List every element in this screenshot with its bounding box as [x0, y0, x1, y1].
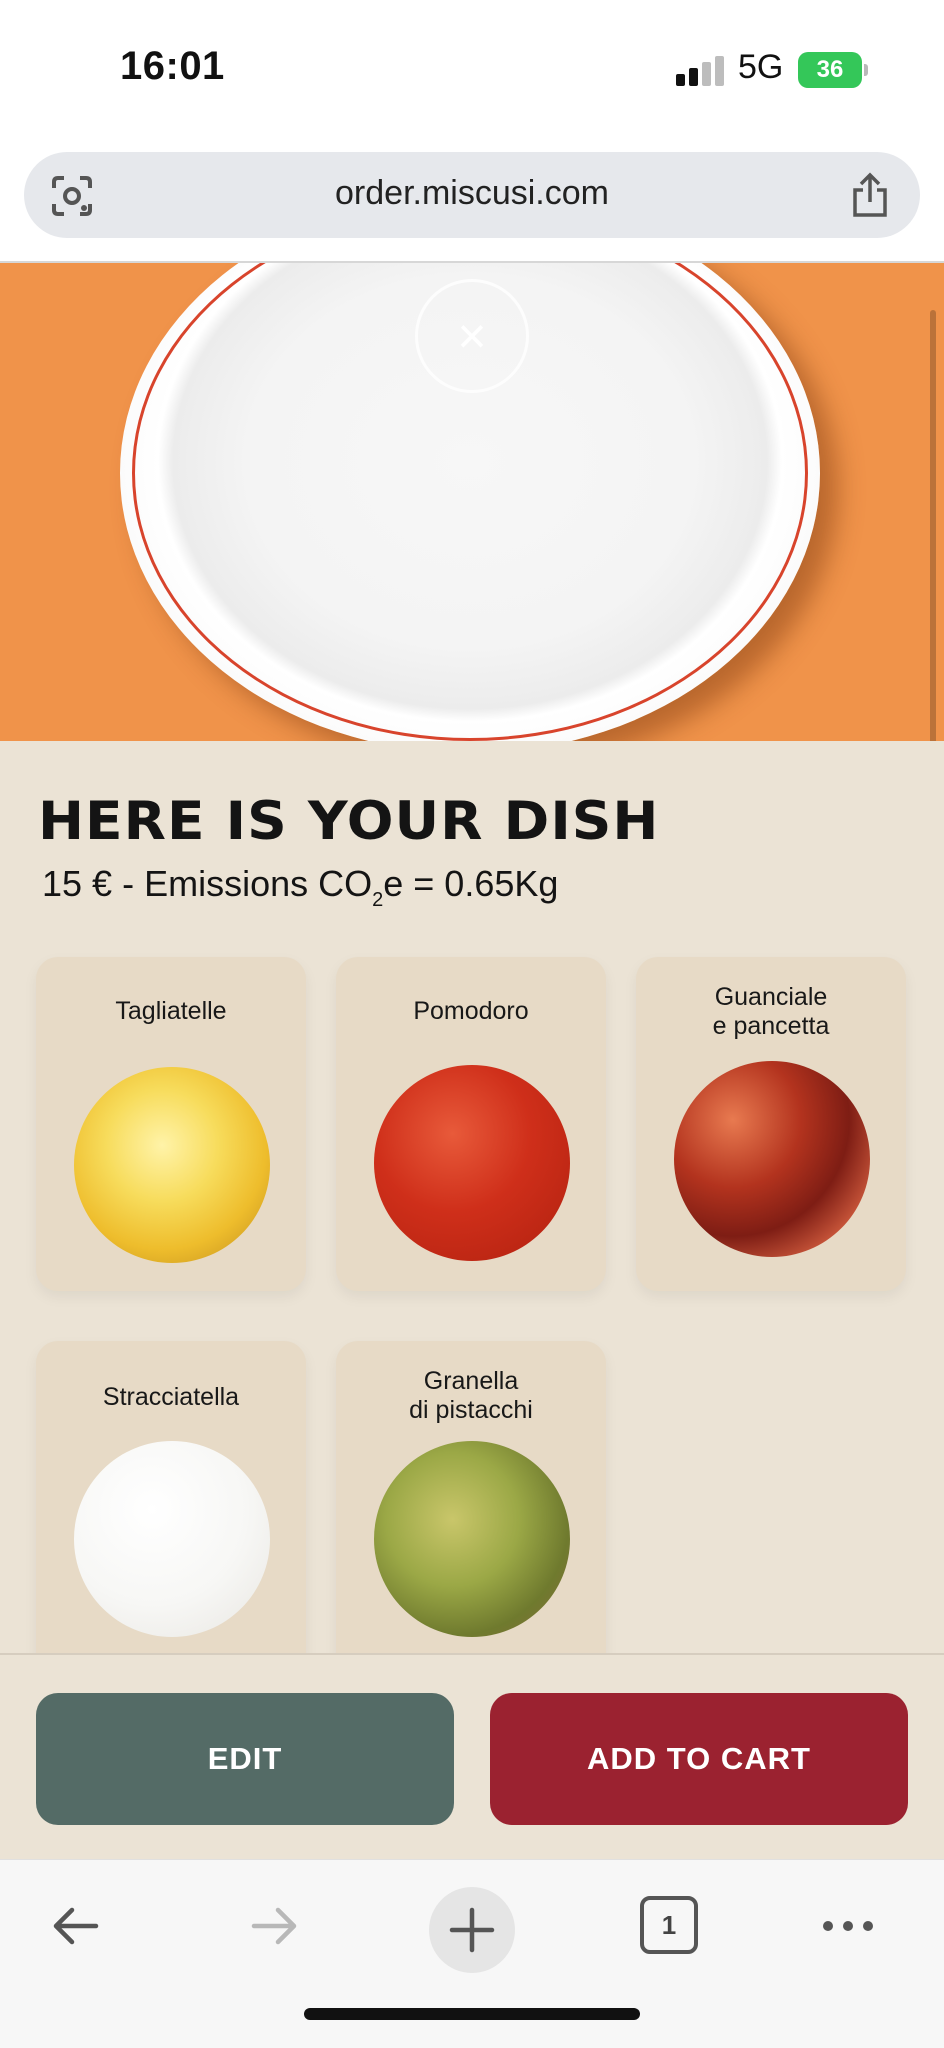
close-icon: ×	[457, 308, 487, 364]
ingredient-label: Guanciale e pancetta	[712, 983, 830, 1040]
more-options-icon[interactable]	[818, 1896, 878, 1956]
ingredient-label: Tagliatelle	[115, 997, 227, 1025]
plus-icon[interactable]	[442, 1900, 502, 1960]
battery-icon: 36	[798, 52, 868, 88]
address-bar[interactable]: order.miscusi.com	[24, 152, 920, 238]
pomodoro-image	[374, 1065, 570, 1261]
emissions-subscript: 2	[372, 889, 384, 911]
ingredient-label: Pomodoro	[413, 997, 529, 1025]
ingredient-card-pistacchi[interactable]: Granella di pistacchi	[336, 1341, 606, 1653]
price: 15 €	[42, 863, 113, 904]
ingredient-card-pomodoro[interactable]: Pomodoro	[336, 957, 606, 1291]
network-type: 5G	[738, 48, 784, 86]
add-to-cart-button[interactable]: ADD TO CART	[490, 1693, 908, 1825]
stracciatella-image	[74, 1441, 270, 1637]
edit-button[interactable]: EDIT	[36, 1693, 454, 1825]
cellular-signal-icon	[676, 56, 726, 86]
dish-hero-image: ×	[0, 263, 944, 741]
action-bar: EDIT ADD TO CART	[0, 1653, 944, 1859]
back-arrow-icon[interactable]	[46, 1896, 106, 1956]
page-title: HERE IS YOUR DISH	[38, 790, 660, 852]
pistacchi-image	[374, 1441, 570, 1637]
dish-summary: HERE IS YOUR DISH 15 € - Emissions CO2e …	[0, 741, 944, 1653]
home-indicator[interactable]	[304, 2008, 640, 2020]
ingredient-label: Stracciatella	[102, 1383, 240, 1411]
close-button[interactable]: ×	[415, 279, 529, 393]
ingredient-card-stracciatella[interactable]: Stracciatella	[36, 1341, 306, 1653]
ingredient-label: Granella di pistacchi	[409, 1367, 533, 1424]
ingredient-card-tagliatelle[interactable]: Tagliatelle	[36, 957, 306, 1291]
ingredient-card-guanciale[interactable]: Guanciale e pancetta	[636, 957, 906, 1291]
tabs-button[interactable]: 1	[640, 1896, 698, 1954]
guanciale-image	[674, 1061, 870, 1257]
battery-level: 36	[816, 56, 844, 83]
forward-arrow-icon[interactable]	[244, 1896, 304, 1956]
status-time: 16:01	[120, 44, 225, 88]
url-text[interactable]: order.miscusi.com	[24, 174, 920, 213]
emissions-label: - Emissions CO	[122, 863, 373, 904]
status-bar: 16:01 5G 36	[0, 0, 944, 140]
tagliatelle-image	[74, 1067, 270, 1263]
share-icon[interactable]	[850, 172, 890, 218]
price-emissions: 15 € - Emissions CO2e = 0.65Kg	[42, 863, 558, 912]
emissions-value: e = 0.65Kg	[383, 863, 559, 904]
